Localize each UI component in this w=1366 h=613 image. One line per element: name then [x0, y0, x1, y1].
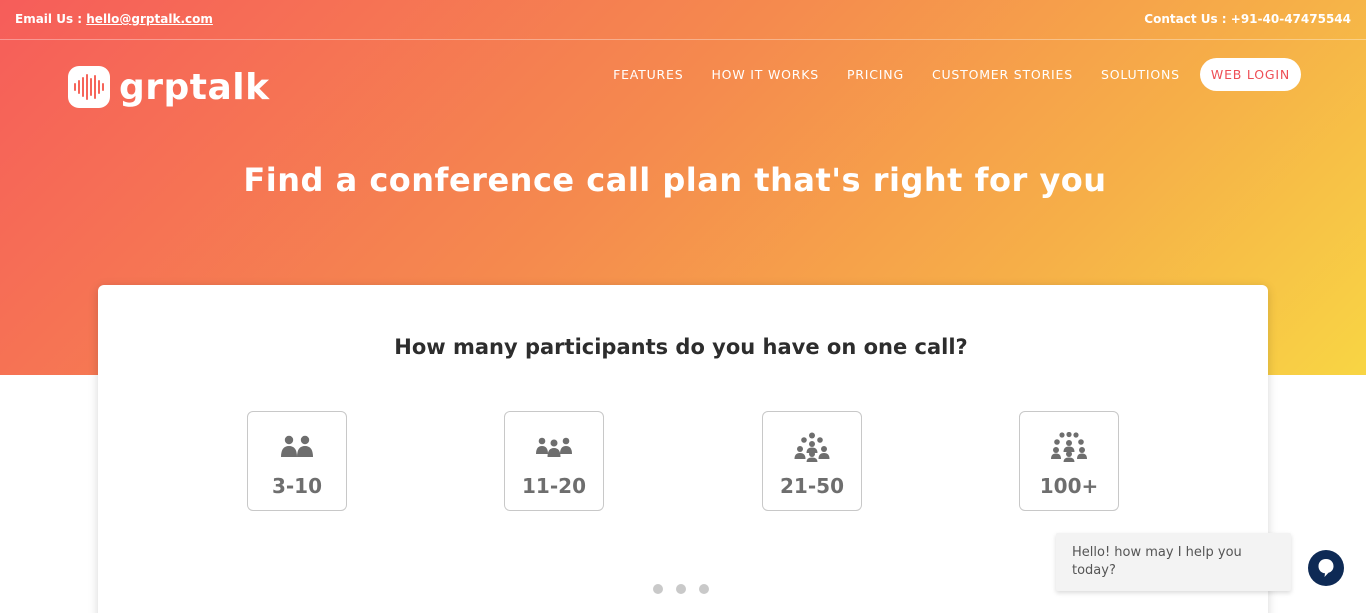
logo-text: grptalk	[119, 66, 270, 108]
option-label: 11-20	[522, 474, 586, 498]
chat-icon	[1318, 559, 1334, 577]
three-people-icon	[536, 432, 572, 462]
option-label: 21-50	[780, 474, 844, 498]
step-indicator	[653, 584, 722, 594]
logo[interactable]: grptalk	[68, 66, 270, 108]
nav-features[interactable]: FEATURES	[613, 67, 683, 82]
top-bar: Email Us : hello@grptalk.com Contact Us …	[0, 0, 1366, 40]
nav-how-it-works[interactable]: HOW IT WORKS	[711, 67, 818, 82]
step-dot[interactable]	[699, 584, 709, 594]
two-people-icon	[280, 432, 314, 462]
option-3-10[interactable]: 3-10	[247, 411, 347, 511]
email-contact: Email Us : hello@grptalk.com	[15, 12, 213, 26]
phone-contact: Contact Us : +91-40-47475544	[1144, 12, 1351, 26]
nav-pricing[interactable]: PRICING	[847, 67, 904, 82]
email-label: Email Us :	[15, 12, 83, 26]
option-label: 100+	[1039, 474, 1099, 498]
web-login-button[interactable]: WEB LOGIN	[1199, 58, 1301, 91]
main-nav: FEATURES HOW IT WORKS PRICING CUSTOMER S…	[585, 58, 1301, 91]
option-11-20[interactable]: 11-20	[504, 411, 604, 511]
option-100-plus[interactable]: 100+	[1019, 411, 1119, 511]
crowd-people-icon	[1051, 432, 1087, 462]
option-label: 3-10	[271, 474, 323, 498]
option-21-50[interactable]: 21-50	[762, 411, 862, 511]
nav-customer-stories[interactable]: CUSTOMER STORIES	[932, 67, 1073, 82]
group-people-icon	[794, 432, 830, 462]
participants-question: How many participants do you have on one…	[394, 335, 968, 359]
email-link[interactable]: hello@grptalk.com	[86, 12, 213, 26]
nav-solutions[interactable]: SOLUTIONS	[1101, 67, 1180, 82]
step-dot[interactable]	[653, 584, 663, 594]
chat-button[interactable]	[1308, 550, 1344, 586]
sound-wave-icon	[68, 66, 110, 108]
chat-greeting[interactable]: Hello! how may I help you today?	[1056, 533, 1291, 591]
page-title: Find a conference call plan that's right…	[243, 161, 1107, 199]
step-dot[interactable]	[676, 584, 686, 594]
